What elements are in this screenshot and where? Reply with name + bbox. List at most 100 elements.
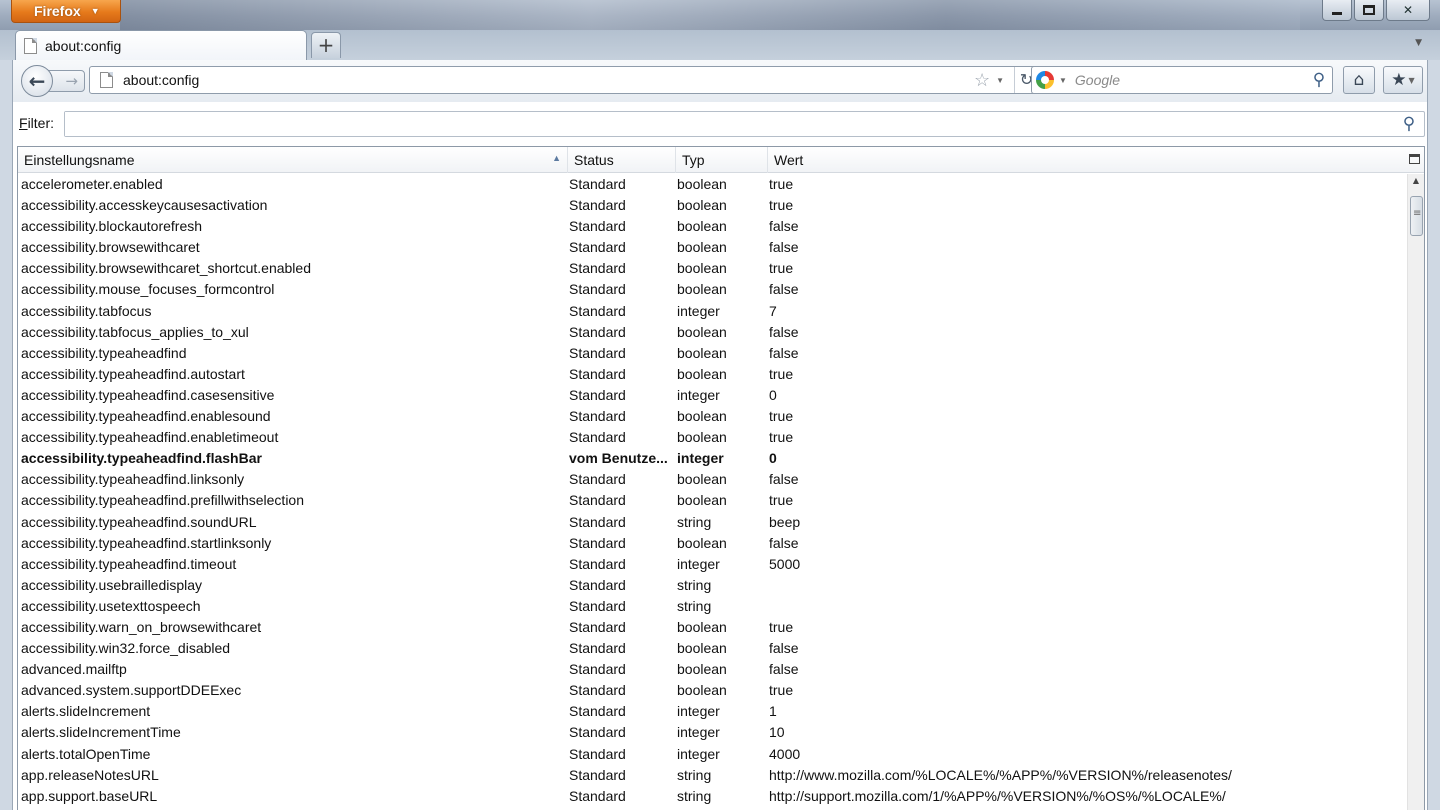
filter-input[interactable] <box>65 112 1385 136</box>
table-row[interactable]: accessibility.tabfocus Standard integer 7 <box>18 301 1408 322</box>
table-row[interactable]: accelerometer.enabled Standard boolean true <box>18 174 1408 195</box>
table-row[interactable]: accessibility.tabfocus_applies_to_xul Sta… <box>18 322 1408 343</box>
table-row[interactable]: accessibility.typeaheadfind.soundURL Stan… <box>18 512 1408 533</box>
table-row[interactable]: accessibility.mouse_focuses_formcontrol S… <box>18 279 1408 300</box>
url-history-dropdown-icon[interactable]: ▼ <box>996 76 1004 85</box>
pref-status: Standard <box>569 302 626 319</box>
vertical-scrollbar[interactable]: ▲ <box>1407 174 1424 810</box>
close-button[interactable]: ✕ <box>1386 0 1430 21</box>
url-bar[interactable]: about:config ☆ ▼ ↻ <box>89 66 1039 94</box>
bookmarks-star-icon: ★ <box>1391 70 1407 90</box>
table-row[interactable]: accessibility.typeaheadfind.startlinkson… <box>18 533 1408 554</box>
table-row[interactable]: accessibility.typeaheadfind.flashBar vom … <box>18 448 1408 469</box>
pref-type: boolean <box>677 534 727 551</box>
table-row[interactable]: accessibility.typeaheadfind.casesensitiv… <box>18 385 1408 406</box>
pref-type: boolean <box>677 197 727 214</box>
column-picker-icon[interactable] <box>1409 154 1420 164</box>
table-row[interactable]: accessibility.typeaheadfind Standard boole… <box>18 343 1408 364</box>
table-row[interactable]: app.support.baseURL Standard string http://… <box>18 786 1408 807</box>
table-row[interactable]: accessibility.typeaheadfind.autostart Sta… <box>18 364 1408 385</box>
table-row[interactable]: accessibility.browsewithcaret Standard boo… <box>18 237 1408 258</box>
table-row[interactable]: accessibility.accesskeycausesactivation S… <box>18 195 1408 216</box>
sort-ascending-icon: ▲ <box>552 153 561 163</box>
table-row[interactable]: accessibility.blockautorefresh Standard bo… <box>18 216 1408 237</box>
pref-name: app.support.baseURL <box>21 787 158 804</box>
pref-value: 0 <box>769 386 777 403</box>
pref-status: Standard <box>569 724 626 741</box>
home-button[interactable]: ⌂ <box>1343 66 1375 94</box>
pref-status: Standard <box>569 597 626 614</box>
pref-value: 4000 <box>769 745 801 762</box>
tab-about-config[interactable]: about:config <box>15 30 307 60</box>
search-icon[interactable]: ⚲ <box>1306 70 1332 90</box>
table-row[interactable]: accessibility.win32.force_disabled Standa… <box>18 638 1408 659</box>
maximize-button[interactable] <box>1354 0 1384 21</box>
table-row[interactable]: advanced.mailftp Standard boolean false <box>18 659 1408 680</box>
column-header-status[interactable]: Status <box>568 147 676 173</box>
table-row[interactable]: accessibility.warn_on_browsewithcaret Sta… <box>18 617 1408 638</box>
url-text[interactable]: about:config <box>123 72 199 88</box>
filter-search-icon[interactable]: ⚲ <box>1396 114 1422 134</box>
table-row[interactable]: accessibility.typeaheadfind.linksonly Sta… <box>18 469 1408 490</box>
pref-status: Standard <box>569 576 626 593</box>
pref-type: integer <box>677 555 720 572</box>
pref-type: boolean <box>677 618 727 635</box>
pref-name: accessibility.usebrailledisplay <box>21 576 203 593</box>
pref-name: accessibility.typeaheadfind <box>21 344 187 361</box>
table-row[interactable]: alerts.totalOpenTime Standard integer 4000 <box>18 744 1408 765</box>
table-row[interactable]: alerts.slideIncrementTime Standard integer… <box>18 722 1408 743</box>
minimize-button[interactable] <box>1322 0 1352 21</box>
bookmarks-menu-button[interactable]: ★ ▼ <box>1383 66 1423 94</box>
pref-value: true <box>769 176 794 192</box>
pref-value: false <box>769 323 799 340</box>
pref-name: accessibility.browsewithcaret <box>21 239 200 256</box>
bookmark-star-icon[interactable]: ☆ <box>974 70 990 91</box>
pref-name: accessibility.typeaheadfind.casesensitiv… <box>21 386 275 403</box>
scroll-thumb[interactable] <box>1410 196 1423 236</box>
table-row[interactable]: accessibility.typeaheadfind.prefillwiths… <box>18 490 1408 511</box>
pref-status: Standard <box>569 344 626 361</box>
filter-field[interactable]: ⚲ <box>64 111 1425 137</box>
back-button[interactable]: ← <box>21 65 53 97</box>
pref-value: true <box>769 618 794 635</box>
table-row[interactable]: accessibility.usebrailledisplay Standard s… <box>18 575 1408 596</box>
pref-value: true <box>769 197 794 214</box>
table-row[interactable]: accessibility.usetexttospeech Standard str… <box>18 596 1408 617</box>
back-forward-group: ← → <box>21 65 89 97</box>
column-header-type[interactable]: Typ <box>676 147 768 173</box>
pref-name: accessibility.mouse_focuses_formcontrol <box>21 281 275 298</box>
search-input[interactable]: Google <box>1075 72 1306 88</box>
tab-list-dropdown-icon[interactable]: ▼ <box>1415 38 1422 48</box>
table-row[interactable]: accessibility.browsewithcaret_shortcut.e… <box>18 258 1408 279</box>
pref-status: Standard <box>569 766 626 783</box>
table-row[interactable]: accessibility.typeaheadfind.timeout Stand… <box>18 554 1408 575</box>
column-header-name[interactable]: Einstellungsname ▲ <box>18 147 568 173</box>
search-bar[interactable]: ▼ Google ⚲ <box>1031 66 1333 94</box>
pref-status: Standard <box>569 176 626 192</box>
pref-type: string <box>677 513 712 530</box>
pref-name: accessibility.typeaheadfind.linksonly <box>21 471 245 488</box>
table-row[interactable]: accessibility.typeaheadfind.enabletimeou… <box>18 427 1408 448</box>
table-row[interactable]: accessibility.typeaheadfind.enablesound S… <box>18 406 1408 427</box>
pref-type: boolean <box>677 682 727 699</box>
firefox-menu-button[interactable]: Firefox ▼ <box>11 0 121 23</box>
site-identity-icon[interactable] <box>100 72 113 88</box>
pref-status: Standard <box>569 260 626 277</box>
pref-type: integer <box>677 745 720 762</box>
pref-value: http://support.mozilla.com/1/%APP%/%VERS… <box>769 787 1226 804</box>
scroll-up-icon[interactable]: ▲ <box>1408 176 1424 185</box>
column-header-value[interactable]: Wert <box>768 147 1408 173</box>
new-tab-button[interactable]: + <box>311 32 341 58</box>
pref-type: boolean <box>677 661 727 678</box>
maximize-icon <box>1363 5 1375 15</box>
back-arrow-icon: ← <box>28 69 46 93</box>
table-row[interactable]: advanced.system.supportDDEExec Standard bo… <box>18 680 1408 701</box>
pref-name: accessibility.typeaheadfind.enablesound <box>21 408 271 425</box>
pref-status: vom Benutze... <box>569 450 668 467</box>
google-engine-icon[interactable] <box>1036 71 1054 89</box>
pref-status: Standard <box>569 682 626 699</box>
pref-value: false <box>769 281 799 298</box>
table-row[interactable]: alerts.slideIncrement Standard integer 1 <box>18 701 1408 722</box>
engine-dropdown-icon[interactable]: ▼ <box>1059 76 1067 85</box>
table-row[interactable]: app.releaseNotesURL Standard string http://… <box>18 765 1408 786</box>
